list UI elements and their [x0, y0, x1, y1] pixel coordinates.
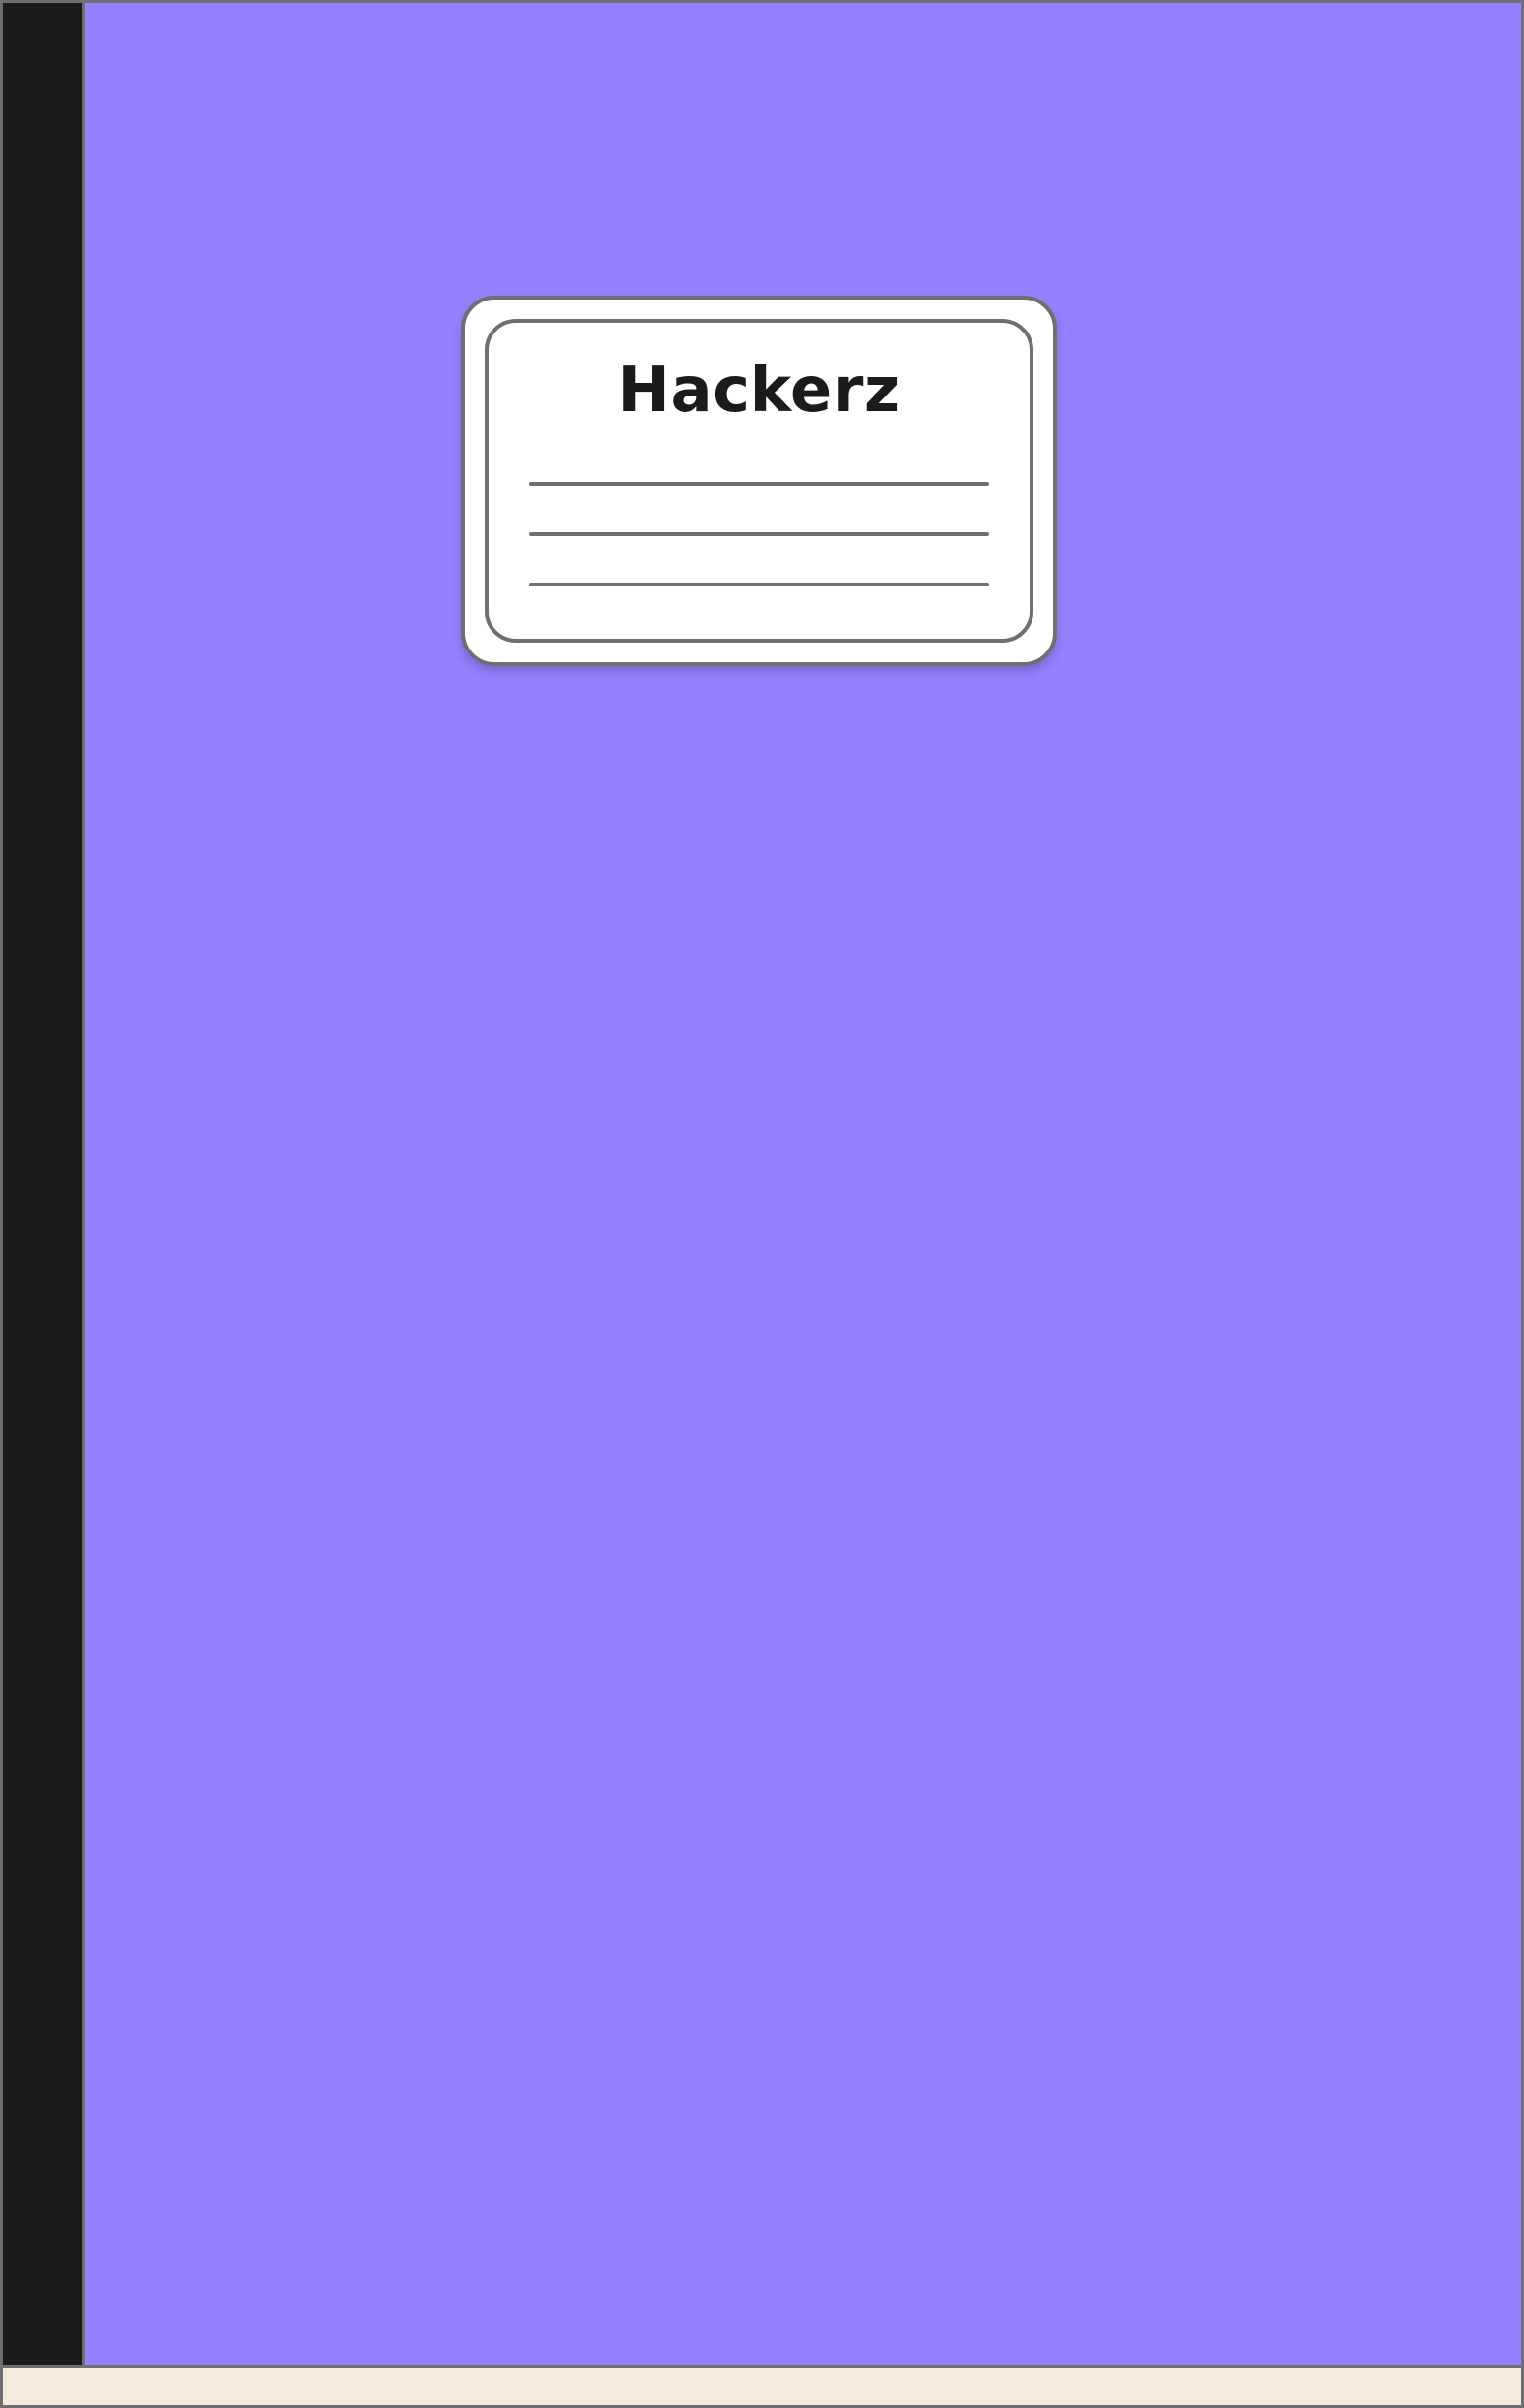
notebook-view: Hackerz	[0, 0, 1524, 2408]
label-line	[529, 583, 989, 586]
notebook-spine	[3, 3, 85, 2365]
notebook-title: Hackerz	[618, 355, 901, 427]
label-line	[529, 482, 989, 486]
cover-label[interactable]: Hackerz	[461, 296, 1057, 666]
notebook[interactable]: Hackerz	[3, 3, 1521, 2368]
notebook-cover[interactable]: Hackerz	[85, 3, 1521, 2365]
label-line	[529, 532, 989, 536]
cover-label-inner-frame: Hackerz	[485, 319, 1033, 643]
